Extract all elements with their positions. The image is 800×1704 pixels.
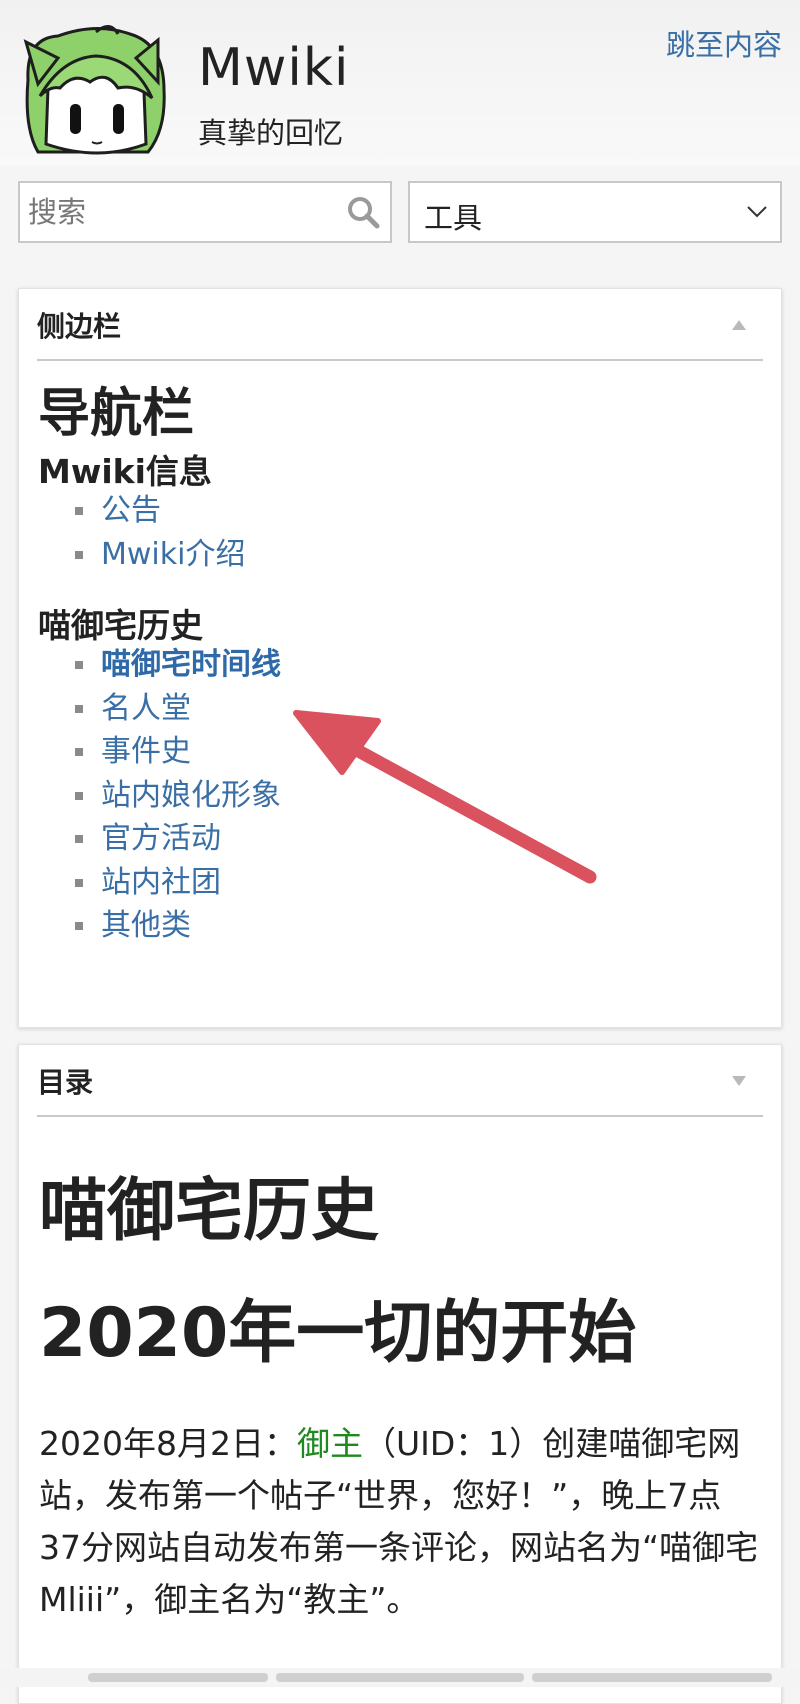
scrollbar-segment bbox=[88, 1673, 268, 1682]
list-item: 公告 bbox=[75, 489, 245, 533]
nav-link-announcement[interactable]: 公告 bbox=[101, 493, 161, 528]
list-item: 名人堂 bbox=[75, 687, 281, 731]
search-box bbox=[18, 181, 392, 243]
nav-link-official-events[interactable]: 官方活动 bbox=[101, 821, 221, 856]
page-title: 喵御宅历史 bbox=[39, 1172, 380, 1251]
site-tagline: 真挚的回忆 bbox=[198, 116, 344, 150]
nav-group-title-mwiki-info: Mwiki信息 bbox=[38, 452, 212, 491]
mascot-logo-icon bbox=[23, 25, 166, 155]
user-link-yuzhu[interactable]: 御主 bbox=[297, 1424, 363, 1463]
sidebar-panel-header[interactable]: 侧边栏 bbox=[37, 289, 763, 361]
nav-list-mwiki-info: 公告 Mwiki介绍 bbox=[75, 489, 245, 576]
list-item: 官方活动 bbox=[75, 817, 281, 861]
search-input[interactable] bbox=[20, 183, 328, 241]
list-item: 其他类 bbox=[75, 904, 281, 948]
toc-panel: 目录 喵御宅历史 2020年一切的开始 2020年8月2日：御主（UID：1）创… bbox=[18, 1044, 782, 1704]
site-name[interactable]: Mwiki bbox=[198, 38, 349, 98]
list-item: 站内娘化形象 bbox=[75, 774, 281, 818]
sidebar-panel: 侧边栏 导航栏 Mwiki信息 公告 Mwiki介绍 喵御宅历史 喵御宅时间线 … bbox=[18, 288, 782, 1028]
list-item: 站内社团 bbox=[75, 861, 281, 905]
tools-dropdown-label: 工具 bbox=[424, 201, 483, 235]
nav-link-hall-of-fame[interactable]: 名人堂 bbox=[101, 691, 191, 726]
section-heading: 2020年一切的开始 bbox=[39, 1294, 637, 1373]
scrollbar-segment bbox=[532, 1673, 772, 1682]
search-icon[interactable] bbox=[346, 195, 380, 229]
toc-panel-header[interactable]: 目录 bbox=[37, 1045, 763, 1117]
nav-link-timeline[interactable]: 喵御宅时间线 bbox=[101, 647, 281, 682]
tools-dropdown[interactable]: 工具 bbox=[408, 181, 782, 243]
nav-group-title-history: 喵御宅历史 bbox=[38, 606, 203, 645]
sidebar-panel-title: 侧边栏 bbox=[37, 310, 122, 343]
expand-arrow-icon[interactable] bbox=[731, 1075, 747, 1087]
toc-panel-title: 目录 bbox=[37, 1066, 94, 1099]
list-item: Mwiki介绍 bbox=[75, 533, 245, 577]
skip-to-content-link[interactable]: 跳至内容 bbox=[666, 22, 782, 64]
nav-list-history: 喵御宅时间线 名人堂 事件史 站内娘化形象 官方活动 站内社团 其他类 bbox=[75, 643, 281, 948]
site-logo[interactable] bbox=[18, 18, 173, 166]
history-paragraph: 2020年8月2日：御主（UID：1）创建喵御宅网站，发布第一个帖子“世界，您好… bbox=[39, 1418, 759, 1626]
horizontal-scrollbar[interactable] bbox=[0, 1668, 800, 1687]
site-header: 跳至内容 Mwiki 真挚的回忆 bbox=[0, 0, 800, 165]
nav-link-moe-mascots[interactable]: 站内娘化形象 bbox=[101, 778, 281, 813]
nav-link-others[interactable]: 其他类 bbox=[101, 908, 191, 943]
collapse-arrow-icon[interactable] bbox=[731, 319, 747, 331]
nav-link-event-history[interactable]: 事件史 bbox=[101, 734, 191, 769]
scrollbar-thumb[interactable] bbox=[276, 1673, 524, 1682]
list-item: 喵御宅时间线 bbox=[75, 643, 281, 687]
annotation-arrow-icon bbox=[293, 710, 597, 884]
nav-link-clubs[interactable]: 站内社团 bbox=[101, 865, 221, 900]
paragraph-date: 2020年8月2日： bbox=[39, 1424, 297, 1463]
list-item: 事件史 bbox=[75, 730, 281, 774]
nav-heading: 导航栏 bbox=[38, 384, 195, 444]
nav-link-mwiki-intro[interactable]: Mwiki介绍 bbox=[101, 537, 245, 572]
chevron-down-icon bbox=[747, 206, 767, 218]
